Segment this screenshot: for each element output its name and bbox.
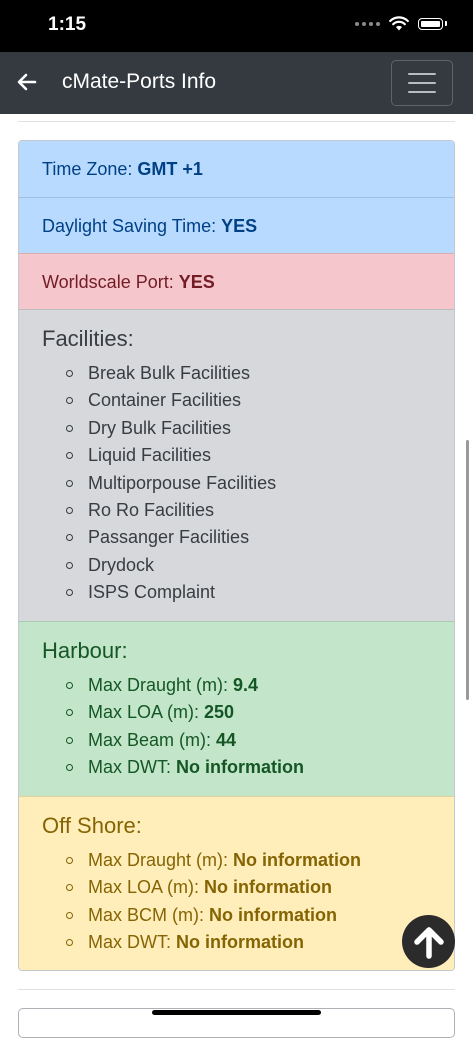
harbour-item-value: 250 (204, 702, 235, 723)
status-bar: 1:15 (0, 0, 473, 52)
offshore-item-value: No information (209, 904, 338, 925)
navbar: cMate-Ports Info (0, 52, 473, 114)
offshore-item-value: No information (233, 850, 362, 870)
offshore-section: Off Shore: Max Draught (m): No informati… (19, 796, 454, 970)
offshore-item-value: No information (176, 932, 305, 953)
facility-item: Break Bulk Facilities (66, 360, 454, 387)
harbour-item-value: No information (176, 757, 305, 778)
facilities-title: Facilities: (42, 326, 134, 351)
facilities-section: Facilities: Break Bulk Facilities Contai… (19, 309, 454, 621)
divider (18, 121, 455, 122)
harbour-title: Harbour: (42, 638, 128, 663)
home-indicator[interactable] (152, 1010, 321, 1015)
facility-item: Ro Ro Facilities (66, 497, 454, 524)
wifi-icon (389, 16, 409, 31)
offshore-item-value: No information (204, 877, 333, 898)
hamburger-menu-icon (408, 73, 436, 93)
facility-item: Container Facilities (66, 387, 454, 414)
battery-tip (445, 21, 447, 26)
signal-icon (355, 21, 380, 26)
harbour-item: Max LOA (m): 250 (66, 699, 454, 726)
scroll-to-top-button[interactable] (402, 915, 455, 968)
harbour-item-value: 44 (216, 729, 237, 750)
offshore-title: Off Shore: (42, 813, 142, 838)
harbour-item-value: 9.4 (233, 675, 259, 695)
facility-item: Drydock (66, 552, 454, 579)
harbour-item-label: Max Beam (m): (88, 729, 212, 750)
offshore-item-label: Max BCM (m): (88, 904, 204, 925)
time-zone-value: GMT +1 (137, 159, 203, 179)
offshore-item: Max BCM (m): No information (66, 902, 454, 929)
facility-item: Multiporpouse Facilities (66, 470, 454, 497)
battery-icon (418, 17, 443, 30)
facility-item: ISPS Complaint (66, 579, 454, 606)
page-title: cMate-Ports Info (62, 70, 217, 93)
facility-item: Dry Bulk Facilities (66, 415, 454, 442)
harbour-item: Max Draught (m): 9.4 (66, 672, 454, 699)
arrow-up-circle-icon (413, 926, 444, 959)
port-info-list: Time Zone: GMT +1 Daylight Saving Time: … (18, 140, 455, 971)
offshore-item-label: Max LOA (m): (88, 877, 200, 898)
divider (18, 989, 455, 990)
offshore-item: Max LOA (m): No information (66, 874, 454, 901)
harbour-list: Max Draught (m): 9.4 Max LOA (m): 250 Ma… (42, 672, 454, 782)
offshore-item-label: Max DWT: (88, 932, 171, 953)
facility-item: Liquid Facilities (66, 442, 454, 469)
harbour-item-label: Max DWT: (88, 757, 171, 778)
facility-item: Passanger Facilities (66, 524, 454, 551)
worldscale-value: YES (178, 272, 215, 292)
harbour-item-label: Max Draught (m): (88, 675, 229, 695)
dst-value: YES (221, 216, 258, 236)
menu-toggle-button[interactable] (391, 60, 453, 106)
offshore-item: Max Draught (m): No information (66, 847, 454, 874)
time-zone-label: Time Zone: (42, 159, 133, 179)
facilities-list: Break Bulk Facilities Container Faciliti… (42, 360, 454, 607)
harbour-item-label: Max LOA (m): (88, 702, 200, 723)
time-zone-row: Time Zone: GMT +1 (19, 141, 454, 197)
scrollbar[interactable] (466, 440, 469, 700)
dst-label: Daylight Saving Time: (42, 216, 217, 236)
offshore-item: Max DWT: No information (66, 929, 454, 956)
harbour-item: Max Beam (m): 44 (66, 727, 454, 754)
status-icons (355, 16, 447, 31)
worldscale-row: Worldscale Port: YES (19, 253, 454, 309)
harbour-item: Max DWT: No information (66, 754, 454, 781)
offshore-list: Max Draught (m): No information Max LOA … (42, 847, 454, 957)
status-time: 1:15 (48, 14, 87, 35)
dst-row: Daylight Saving Time: YES (19, 197, 454, 253)
harbour-section: Harbour: Max Draught (m): 9.4 Max LOA (m… (19, 621, 454, 796)
offshore-item-label: Max Draught (m): (88, 850, 229, 870)
arrow-left-icon (17, 73, 37, 91)
worldscale-label: Worldscale Port: (42, 272, 174, 292)
back-button[interactable] (14, 69, 40, 95)
